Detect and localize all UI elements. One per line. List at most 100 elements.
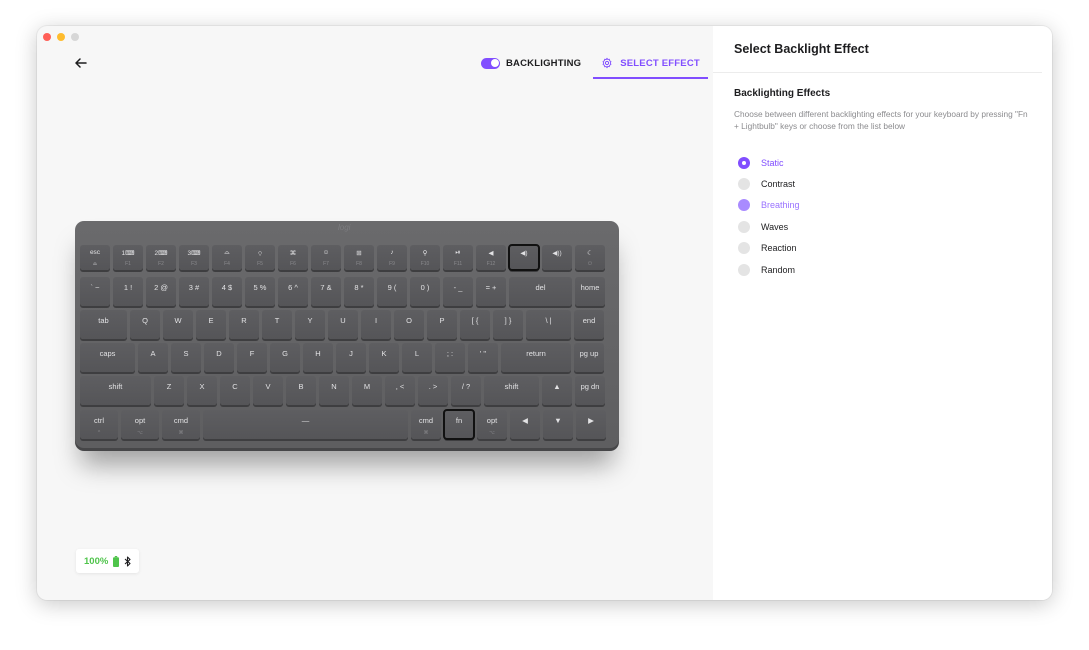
keyboard-key[interactable]: / ? <box>451 376 481 405</box>
keyboard-key[interactable]: J <box>336 343 366 372</box>
keyboard-key[interactable]: ctrl ^ <box>80 410 118 439</box>
keyboard-key[interactable]: S <box>171 343 201 372</box>
keyboard-key[interactable]: ☺ F7 <box>311 245 341 270</box>
keyboard-key[interactable]: 2 @ <box>146 277 176 306</box>
keyboard-key[interactable]: Q <box>130 310 160 339</box>
effect-option-waves[interactable]: Waves <box>738 216 800 237</box>
keyboard-key[interactable]: U <box>328 310 358 339</box>
keyboard-key[interactable]: D <box>204 343 234 372</box>
radio-reaction[interactable] <box>738 242 750 255</box>
keyboard-key[interactable]: Z <box>154 376 184 405</box>
keyboard-key[interactable]: ☾ ⏻ <box>575 245 605 270</box>
keyboard-key[interactable]: cmd ⌘ <box>411 410 441 439</box>
keyboard-key[interactable]: tab <box>80 310 127 339</box>
back-button[interactable] <box>71 53 91 73</box>
keyboard-key[interactable]: P <box>427 310 457 339</box>
keyboard-key[interactable]: esc ⏏ <box>80 245 110 270</box>
effect-option-contrast[interactable]: Contrast <box>738 173 800 194</box>
zoom-window-button[interactable] <box>71 33 79 41</box>
keyboard-key[interactable]: 4 $ <box>212 277 242 306</box>
keyboard-key[interactable]: Y <box>295 310 325 339</box>
keyboard-key[interactable]: 5 % <box>245 277 275 306</box>
keyboard-key[interactable]: ⚲ F10 <box>410 245 440 270</box>
keyboard-key[interactable]: . > <box>418 376 448 405</box>
keyboard-key[interactable]: W <box>163 310 193 339</box>
keyboard-key[interactable]: ▶ <box>576 410 606 439</box>
keyboard-key[interactable]: ◀ F12 <box>476 245 506 270</box>
backlighting-toggle[interactable] <box>481 57 500 69</box>
keyboard-key[interactable]: 9 ( <box>377 277 407 306</box>
keyboard-key[interactable]: 7 & <box>311 277 341 306</box>
keyboard-key[interactable]: = + <box>476 277 506 306</box>
keyboard-key[interactable]: ; : <box>435 343 465 372</box>
keyboard-key[interactable]: 1⌨ F1 <box>113 245 143 270</box>
keyboard-key[interactable]: caps <box>80 343 135 372</box>
keyboard-key[interactable]: shift <box>80 376 151 405</box>
effect-option-reaction[interactable]: Reaction <box>738 238 800 259</box>
effect-option-random[interactable]: Random <box>738 259 800 280</box>
keyboard-key[interactable]: ⌓ F4 <box>212 245 242 270</box>
keyboard-key[interactable]: T <box>262 310 292 339</box>
keyboard-key[interactable]: ⌘ F6 <box>278 245 308 270</box>
keyboard-key[interactable]: opt ⌥ <box>477 410 507 439</box>
keyboard-key[interactable]: ] } <box>493 310 523 339</box>
radio-contrast[interactable] <box>738 178 750 191</box>
keyboard-key[interactable]: cmd ⌘ <box>162 410 200 439</box>
keyboard-key[interactable]: M <box>352 376 382 405</box>
keyboard-key[interactable]: 2⌨ F2 <box>146 245 176 270</box>
keyboard-key[interactable]: ◀ <box>510 410 540 439</box>
keyboard-key[interactable]: H <box>303 343 333 372</box>
keyboard-key[interactable]: 0 ) <box>410 277 440 306</box>
keyboard-key[interactable]: B <box>286 376 316 405</box>
keyboard-key[interactable]: ' " <box>468 343 498 372</box>
keyboard-key[interactable]: end <box>574 310 604 339</box>
keyboard-key[interactable]: - _ <box>443 277 473 306</box>
keyboard-key[interactable]: ⌔ F5 <box>245 245 275 270</box>
keyboard-key[interactable]: ▲ <box>542 376 572 405</box>
keyboard-key[interactable]: C <box>220 376 250 405</box>
keyboard-key[interactable]: ◀) <box>508 244 540 271</box>
keyboard-key[interactable]: ◀)) <box>542 245 572 270</box>
keyboard-key[interactable]: 3⌨ F3 <box>179 245 209 270</box>
keyboard-key[interactable]: opt ⌥ <box>121 410 159 439</box>
keyboard-key[interactable]: L <box>402 343 432 372</box>
radio-static[interactable] <box>738 156 750 169</box>
close-window-button[interactable] <box>43 33 51 41</box>
keyboard-key[interactable]: E <box>196 310 226 339</box>
keyboard-key[interactable]: K <box>369 343 399 372</box>
keyboard-key[interactable]: \ | <box>526 310 571 339</box>
radio-random[interactable] <box>738 263 750 276</box>
keyboard-key[interactable]: fn <box>443 409 475 440</box>
keyboard-key[interactable]: F <box>237 343 267 372</box>
keyboard-key[interactable]: 3 # <box>179 277 209 306</box>
effect-option-breathing[interactable]: Breathing <box>738 195 800 216</box>
keyboard-key[interactable]: ♪ F9 <box>377 245 407 270</box>
keyboard-key[interactable]: return <box>501 343 571 372</box>
keyboard-key[interactable]: shift <box>484 376 539 405</box>
tab-select-effect[interactable]: SELECT EFFECT <box>593 49 708 79</box>
minimize-window-button[interactable] <box>57 33 65 41</box>
keyboard-key[interactable]: 8 * <box>344 277 374 306</box>
keyboard-key[interactable]: V <box>253 376 283 405</box>
keyboard-key[interactable]: I <box>361 310 391 339</box>
keyboard-key[interactable]: ▼ <box>543 410 573 439</box>
keyboard-key[interactable]: N <box>319 376 349 405</box>
radio-breathing[interactable] <box>738 199 750 212</box>
keyboard-key[interactable]: pg dn <box>575 376 605 405</box>
keyboard-key[interactable]: — <box>203 410 408 439</box>
keyboard-key[interactable]: X <box>187 376 217 405</box>
radio-waves[interactable] <box>738 220 750 233</box>
keyboard-key[interactable]: 6 ^ <box>278 277 308 306</box>
keyboard-key[interactable]: [ { <box>460 310 490 339</box>
keyboard-key[interactable]: home <box>575 277 605 306</box>
keyboard-key[interactable]: G <box>270 343 300 372</box>
keyboard-key[interactable]: ⏯ F11 <box>443 245 473 270</box>
keyboard-key[interactable]: del <box>509 277 572 306</box>
keyboard-key[interactable]: A <box>138 343 168 372</box>
keyboard-key[interactable]: R <box>229 310 259 339</box>
keyboard-key[interactable]: O <box>394 310 424 339</box>
keyboard-key[interactable]: 1 ! <box>113 277 143 306</box>
keyboard-key[interactable]: ⊞ F8 <box>344 245 374 270</box>
keyboard-key[interactable]: , < <box>385 376 415 405</box>
effect-option-static[interactable]: Static <box>738 152 800 173</box>
